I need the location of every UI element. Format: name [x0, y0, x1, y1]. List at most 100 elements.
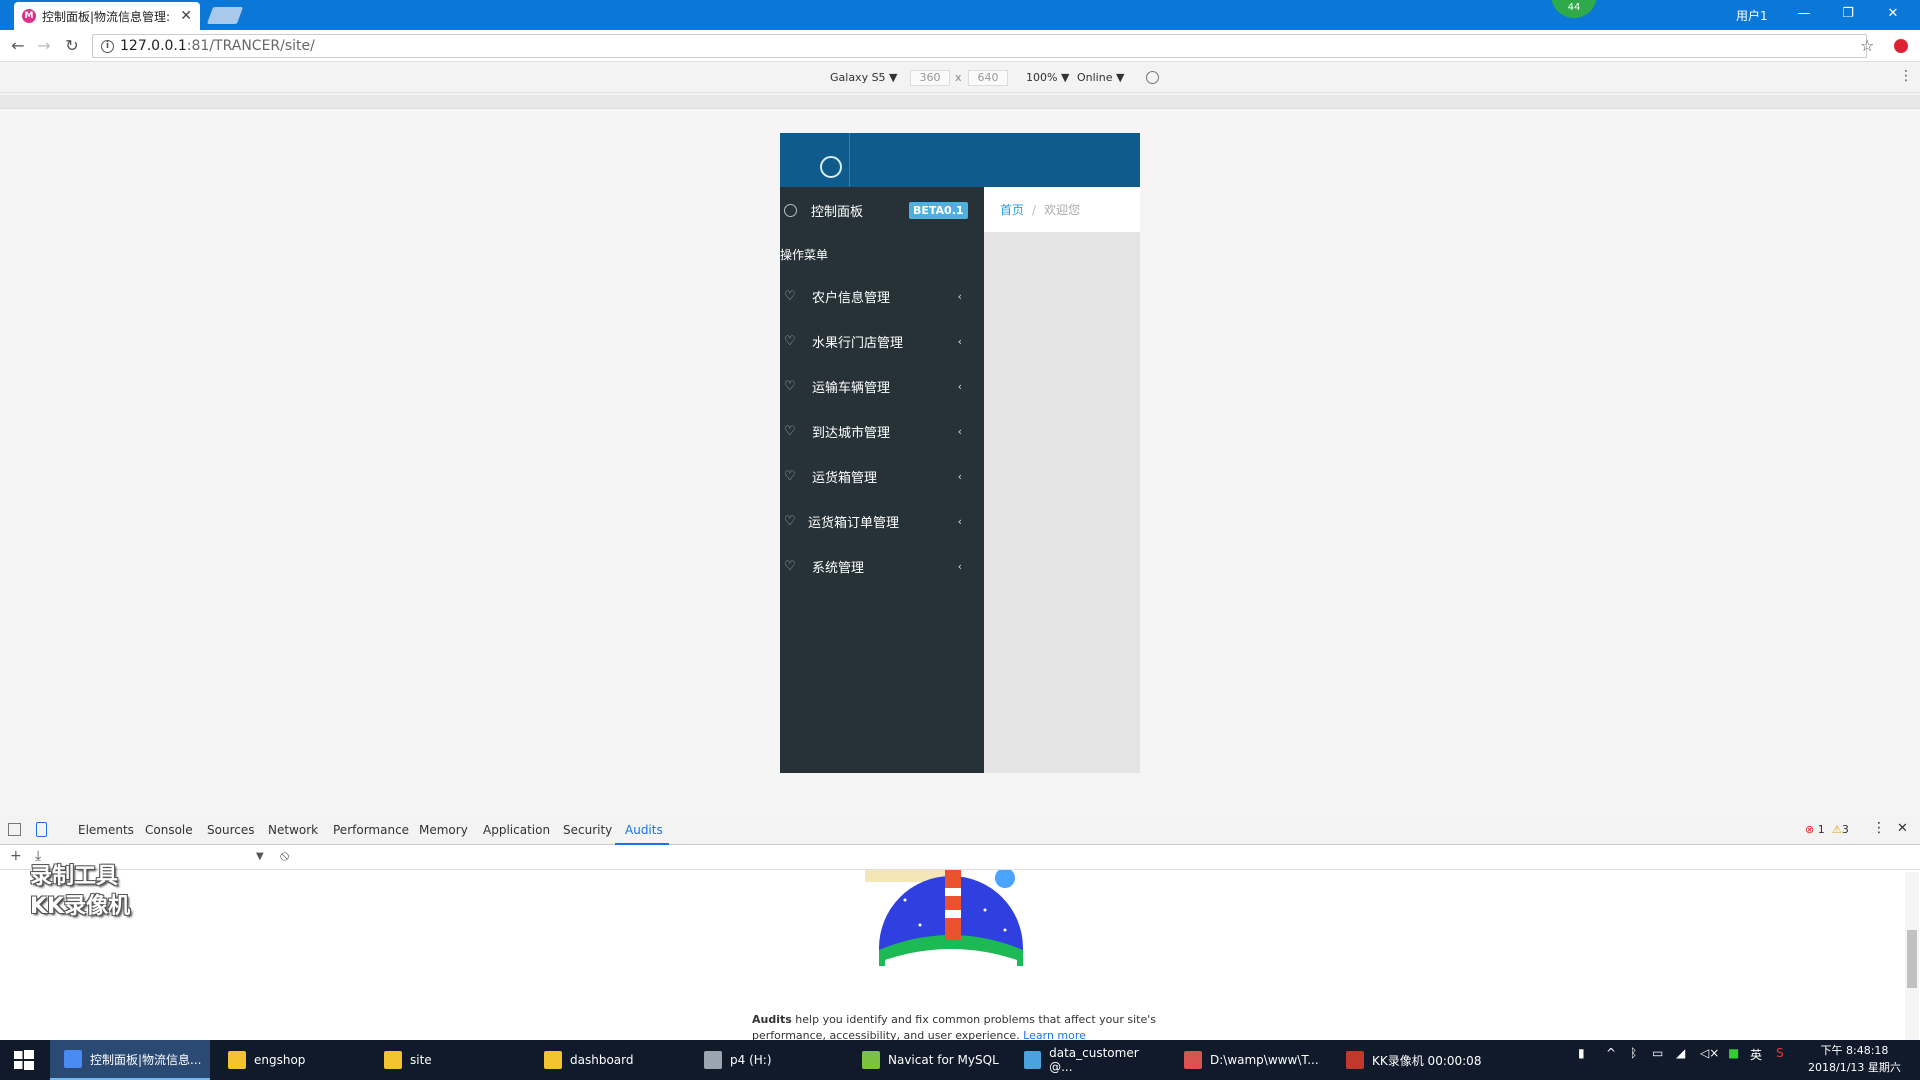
sidebar-item-vehicles[interactable]: ♡ 运输车辆管理 ‹: [780, 374, 984, 398]
taskbar-item[interactable]: data_customer @...: [1010, 1040, 1160, 1080]
app-icon: [1346, 1051, 1364, 1069]
clear-reports-icon[interactable]: ⦸: [280, 848, 289, 864]
sidebar-item-crates[interactable]: ♡ 运货箱管理 ‹: [780, 464, 984, 488]
zoom-select[interactable]: 100% ▼: [1026, 71, 1069, 84]
clock-time: 下午 8:48:18: [1820, 1044, 1889, 1057]
tab-audits[interactable]: Audits: [625, 823, 663, 837]
sidebar-brand[interactable]: 控制面板 BETA0.1: [780, 198, 984, 222]
breadcrumb-separator: /: [1032, 202, 1037, 217]
device-width-input[interactable]: 360: [910, 70, 950, 86]
chevron-left-icon: ‹: [957, 424, 962, 438]
sidebar-item-label: 运货箱管理: [812, 470, 878, 486]
reload-icon[interactable]: ↻: [62, 36, 82, 56]
report-select-dropdown-icon[interactable]: ▼: [256, 851, 264, 862]
sidebar-item-fruit-stores[interactable]: ♡ 水果行门店管理 ‹: [780, 329, 984, 353]
heart-icon: ♡: [784, 288, 796, 304]
tab-elements[interactable]: Elements: [78, 823, 134, 837]
volume-icon[interactable]: ◁×: [1700, 1046, 1719, 1060]
bookmark-star-icon[interactable]: ☆: [1860, 36, 1874, 55]
heart-icon: ♡: [784, 558, 796, 574]
tab-sources[interactable]: Sources: [207, 823, 254, 837]
browser-titlebar: [0, 0, 1920, 30]
error-count[interactable]: ⊗ 1: [1805, 823, 1825, 836]
taskbar-item[interactable]: engshop: [214, 1040, 364, 1080]
site-info-icon[interactable]: i: [101, 39, 114, 53]
tab-memory[interactable]: Memory: [419, 823, 468, 837]
sidebar-item-crate-orders[interactable]: ♡ 运货箱订单管理 ‹: [780, 509, 984, 533]
tray-expand-icon[interactable]: ^: [1606, 1046, 1616, 1060]
version-badge: BETA0.1: [909, 201, 968, 219]
ime-indicator[interactable]: 英: [1750, 1046, 1762, 1063]
recorder-watermark: 录制工具 KK录像机: [30, 862, 130, 922]
devtools-more-icon[interactable]: ⋮: [1872, 820, 1886, 836]
app-icon: [64, 1050, 82, 1068]
windows-start-icon[interactable]: [14, 1050, 34, 1070]
device-mode-icon[interactable]: [36, 822, 47, 837]
add-audit-icon[interactable]: +: [10, 848, 22, 864]
power-icon[interactable]: ▭: [1652, 1046, 1663, 1060]
tab-application[interactable]: Application: [483, 823, 550, 837]
tab-console[interactable]: Console: [145, 823, 193, 837]
breadcrumb-home-link[interactable]: 首页: [1000, 201, 1024, 218]
taskbar-item[interactable]: KK录像机 00:00:08: [1332, 1040, 1484, 1080]
heart-icon: ♡: [784, 423, 796, 439]
audits-body: help you identify and fix common problem…: [752, 1013, 1157, 1040]
breadcrumb: 首页 / 欢迎您: [984, 187, 1140, 232]
taskbar-item[interactable]: site: [370, 1040, 522, 1080]
browser-tab[interactable]: M 控制面板|物流信息管理: ✕: [14, 2, 200, 30]
battery-icon[interactable]: ▮: [1578, 1046, 1585, 1060]
sidebar-item-label: 农户信息管理: [812, 290, 891, 306]
clock-date: 2018/1/13 星期六: [1808, 1061, 1901, 1074]
restore-button[interactable]: ❐: [1833, 3, 1863, 25]
warning-count[interactable]: ⚠3: [1832, 823, 1849, 836]
error-icon: ⊗: [1805, 823, 1815, 836]
app-tray-icon[interactable]: ■: [1728, 1046, 1739, 1060]
back-icon[interactable]: ←: [8, 36, 28, 56]
sogou-icon[interactable]: S: [1776, 1046, 1784, 1060]
network-icon[interactable]: ◢: [1676, 1046, 1685, 1060]
device-select[interactable]: Galaxy S5 ▼: [830, 71, 898, 84]
learn-more-link[interactable]: Learn more: [1023, 1029, 1086, 1040]
forward-icon[interactable]: →: [34, 36, 54, 56]
extension-icon[interactable]: [1894, 39, 1908, 53]
taskbar-item[interactable]: dashboard: [530, 1040, 680, 1080]
profile-name[interactable]: 用户1: [1736, 7, 1768, 24]
device-height-input[interactable]: 640: [968, 70, 1008, 86]
audits-title: Audits: [752, 1013, 792, 1026]
menu-heading: 操作菜单: [780, 248, 829, 262]
close-window-button[interactable]: ✕: [1878, 3, 1908, 25]
rotate-icon[interactable]: [1146, 71, 1159, 84]
url-field[interactable]: i 127.0.0.1:81/TRANCER/site/: [92, 34, 1867, 58]
taskbar-item-label: D:\wamp\www\T...: [1210, 1053, 1319, 1067]
minimize-button[interactable]: —: [1789, 3, 1819, 25]
sidebar-item-label: 运货箱订单管理: [808, 515, 900, 531]
device-more-icon[interactable]: ⋮: [1899, 68, 1913, 84]
tab-network[interactable]: Network: [268, 823, 318, 837]
loading-spinner-icon: [820, 156, 842, 178]
tab-performance[interactable]: Performance: [333, 823, 409, 837]
scrollbar-thumb[interactable]: [1907, 930, 1917, 988]
app-icon: [544, 1051, 562, 1069]
warning-count-value: 3: [1841, 823, 1849, 836]
bluetooth-icon[interactable]: ᛒ: [1630, 1046, 1637, 1060]
sidebar-item-cities[interactable]: ♡ 到达城市管理 ‹: [780, 419, 984, 443]
network-throttle-select[interactable]: Online ▼: [1077, 71, 1124, 84]
taskbar-item[interactable]: p4 (H:): [690, 1040, 840, 1080]
sidebar-item-farmers[interactable]: ♡ 农户信息管理 ‹: [780, 284, 984, 308]
taskbar-item[interactable]: D:\wamp\www\T...: [1170, 1040, 1322, 1080]
new-tab-button[interactable]: [206, 7, 244, 24]
url-text: 127.0.0.1:81/TRANCER/site/: [120, 38, 315, 54]
sidebar-item-label: 到达城市管理: [812, 425, 891, 441]
warning-icon: ⚠: [1832, 823, 1842, 836]
chevron-left-icon: ‹: [957, 469, 962, 483]
tab-close-icon[interactable]: ✕: [180, 8, 192, 24]
inspect-element-icon[interactable]: [8, 823, 21, 836]
tab-security[interactable]: Security: [563, 823, 612, 837]
breadcrumb-current: 欢迎您: [1044, 203, 1081, 217]
system-clock[interactable]: 下午 8:48:18 2018/1/13 星期六: [1808, 1042, 1901, 1076]
taskbar-item[interactable]: 控制面板|物流信息...: [50, 1040, 210, 1080]
site-content: [984, 232, 1140, 773]
taskbar-item[interactable]: Navicat for MySQL: [848, 1040, 1000, 1080]
devtools-close-icon[interactable]: ✕: [1897, 821, 1908, 836]
sidebar-item-system[interactable]: ♡ 系统管理 ‹: [780, 554, 984, 578]
